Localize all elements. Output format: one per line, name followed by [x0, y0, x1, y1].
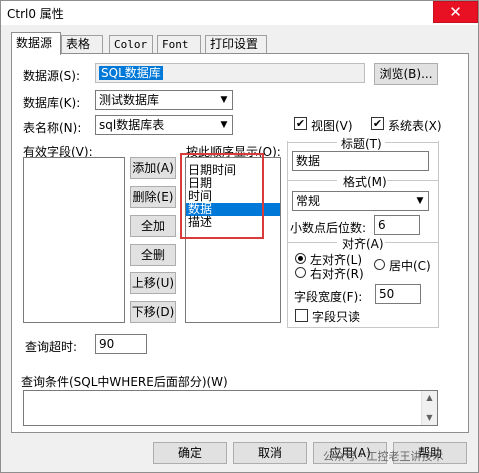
- cancel-button[interactable]: 取消: [233, 442, 307, 464]
- tab-print-settings[interactable]: 打印设置: [205, 35, 267, 54]
- right-group-border: [287, 141, 288, 327]
- format-label: 格式(M): [343, 175, 387, 189]
- database-select[interactable]: 测试数据库 ▼: [95, 90, 233, 110]
- align-left-radio[interactable]: [295, 253, 306, 264]
- readonly-label: 字段只读: [312, 310, 361, 324]
- chevron-down-icon: ▼: [416, 196, 424, 206]
- caption-group-line: [385, 142, 439, 143]
- valid-fields-list[interactable]: [23, 157, 125, 323]
- align-right-label: 右对齐(R): [310, 267, 364, 281]
- align-center-label: 居中(C): [389, 259, 431, 273]
- ok-button[interactable]: 确定: [153, 442, 227, 464]
- where-label: 查询条件(SQL中WHERE后面部分)(W): [21, 375, 228, 389]
- where-textarea[interactable]: ▲ ▼: [23, 390, 438, 426]
- chevron-down-icon: ▼: [220, 95, 228, 105]
- window-title: Ctrl0 属性: [7, 7, 64, 21]
- delete-button[interactable]: 删除(E): [130, 186, 176, 208]
- add-all-button[interactable]: 全加: [130, 215, 176, 237]
- tab-datasource[interactable]: 数据源: [11, 32, 61, 55]
- format-select[interactable]: 常规 ▼: [292, 191, 429, 211]
- move-up-button[interactable]: 上移(U): [130, 272, 176, 294]
- close-icon: ✕: [449, 3, 462, 21]
- timeout-input[interactable]: 90: [95, 334, 147, 354]
- align-center-radio[interactable]: [374, 259, 385, 270]
- annotation-highlight: [180, 153, 264, 239]
- decimals-input[interactable]: 6: [374, 215, 420, 235]
- system-table-label: 系统表(X): [388, 119, 442, 133]
- field-width-input[interactable]: 50: [375, 284, 421, 304]
- caption-label: 标题(T): [341, 137, 382, 151]
- right-group-border: [438, 141, 439, 327]
- delete-all-button[interactable]: 全删: [130, 244, 176, 266]
- tab-table[interactable]: 表格: [61, 35, 103, 54]
- format-group-line: [387, 180, 439, 181]
- caption-input[interactable]: 数据: [292, 151, 429, 171]
- table-select[interactable]: sql数据库表 ▼: [95, 115, 233, 135]
- datasource-label: 数据源(S):: [23, 69, 81, 83]
- properties-dialog: Ctrl0 属性 ✕ 数据源 表格 Color Font 打印设置 数据源(S)…: [0, 0, 479, 473]
- view-checkbox[interactable]: ✔: [294, 117, 307, 130]
- tab-font[interactable]: Font: [157, 35, 201, 54]
- align-right-radio[interactable]: [295, 267, 306, 278]
- format-group-line: [287, 180, 337, 181]
- field-width-label: 字段宽度(F):: [294, 290, 363, 304]
- decimals-label: 小数点后位数:: [290, 221, 367, 235]
- right-group-border: [287, 327, 439, 328]
- align-label: 对齐(A): [342, 237, 384, 251]
- browse-button[interactable]: 浏览(B)...: [374, 63, 438, 85]
- scroll-up-icon[interactable]: ▲: [422, 391, 437, 405]
- add-button[interactable]: 添加(A): [130, 157, 176, 179]
- database-label: 数据库(K):: [23, 96, 81, 110]
- readonly-checkbox[interactable]: [295, 309, 308, 322]
- scroll-down-icon[interactable]: ▼: [422, 411, 437, 425]
- scrollbar[interactable]: ▲ ▼: [421, 391, 437, 425]
- move-down-button[interactable]: 下移(D): [130, 301, 176, 323]
- view-label: 视图(V): [311, 119, 353, 133]
- watermark: 公众号 · 工控老王讲技术: [323, 450, 444, 463]
- chevron-down-icon: ▼: [220, 120, 228, 130]
- table-label: 表名称(N):: [23, 121, 82, 135]
- title-bar: Ctrl0 属性 ✕: [1, 1, 478, 25]
- close-button[interactable]: ✕: [433, 1, 478, 23]
- tab-color[interactable]: Color: [109, 35, 153, 54]
- caption-group-line: [287, 142, 337, 143]
- align-group-line: [385, 242, 439, 243]
- system-table-checkbox[interactable]: ✔: [371, 117, 384, 130]
- datasource-field[interactable]: SQL数据库: [95, 63, 365, 83]
- timeout-label: 查询超时:: [25, 340, 78, 354]
- align-group-line: [287, 242, 337, 243]
